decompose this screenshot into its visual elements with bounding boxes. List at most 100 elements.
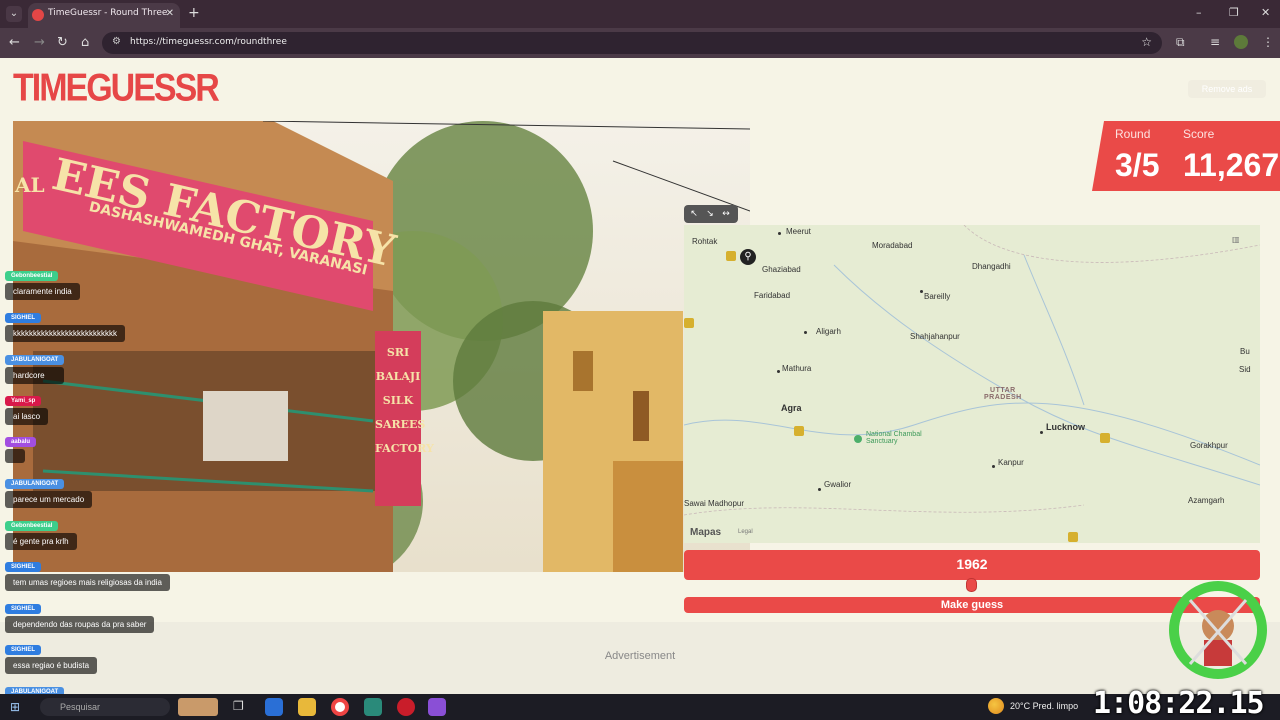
chat-message: SIGHIEL kkkkkkkkkkkkkkkkkkkkkkkkkk xyxy=(5,304,125,342)
windows-taskbar: ⊞ Pesquisar ❐ 20°C Pred. limpo xyxy=(0,694,1280,720)
speedrun-timer: 1:08:22.15 xyxy=(1093,686,1265,720)
map-layers-icon[interactable]: ▥ xyxy=(1232,235,1246,245)
back-icon[interactable]: ← xyxy=(9,35,20,50)
park-icon xyxy=(854,435,862,443)
highway-shield-icon xyxy=(1068,532,1078,542)
chat-message: Gebonbeestial é gente pra krlh xyxy=(5,512,77,550)
map-city-dot xyxy=(992,465,995,468)
map-city-label: Faridabad xyxy=(754,291,791,300)
year-display: 1962 xyxy=(684,550,1260,580)
score-label: Score xyxy=(1183,127,1215,141)
shrink-map-icon[interactable]: ↘ xyxy=(703,207,717,221)
home-icon[interactable]: ⌂ xyxy=(81,35,89,50)
tab-timeguessr[interactable]: TimeGuessr - Round Three ✕ xyxy=(28,3,180,28)
guess-map[interactable]: Rohtak Meerut Moradabad Ghaziabad Dhanga… xyxy=(684,225,1260,543)
chat-message: aabalu xyxy=(5,428,37,463)
chat-text: ai lasco xyxy=(5,408,49,425)
chat-username: SIGHIEL xyxy=(5,313,42,323)
new-tab-icon[interactable]: + xyxy=(188,5,200,21)
close-window-icon[interactable]: ✕ xyxy=(1261,6,1270,19)
file-explorer-icon[interactable] xyxy=(298,698,316,716)
chat-text: essa regiao é budista xyxy=(5,657,98,674)
highway-shield-icon xyxy=(1100,433,1110,443)
map-city-dot xyxy=(1040,431,1043,434)
forward-icon[interactable]: → xyxy=(34,35,45,50)
start-icon[interactable]: ⊞ xyxy=(10,700,20,714)
extensions-icon[interactable]: ⧉ xyxy=(1176,35,1185,50)
taskbar-search[interactable]: Pesquisar xyxy=(40,698,170,716)
app-icon[interactable] xyxy=(364,698,382,716)
map-city-dot xyxy=(818,488,821,491)
tab-list-icon[interactable]: ⌄ xyxy=(6,6,22,22)
map-sanctuary-label: National Chambal Sanctuary xyxy=(866,431,922,445)
map-city-label: Rohtak xyxy=(692,237,718,246)
site-info-icon[interactable]: ⚙ xyxy=(112,36,121,47)
media-controls-icon[interactable]: ≡ xyxy=(1210,35,1220,49)
chat-message: SIGHIEL essa regiao é budista xyxy=(5,636,98,674)
close-tab-icon[interactable]: ✕ xyxy=(166,8,174,19)
map-city-label: Ghaziabad xyxy=(762,265,801,274)
advertisement-label: Advertisement xyxy=(604,650,676,662)
chat-text xyxy=(5,449,25,463)
address-bar[interactable]: ⚙ https://timeguessr.com/roundthree ☆ xyxy=(102,32,1162,54)
chat-text: kkkkkkkkkkkkkkkkkkkkkkkkkk xyxy=(5,325,125,342)
favicon-icon xyxy=(32,9,44,21)
obs-icon[interactable] xyxy=(428,698,446,716)
chat-message: Yami_sp ai lasco xyxy=(5,387,49,425)
chat-message: JABULANIGOAT parece um mercado xyxy=(5,470,93,508)
widen-map-icon[interactable]: ↔ xyxy=(719,207,733,221)
score-value: 11,267 xyxy=(1183,147,1280,183)
browser-toolbar: ← → ↻ ⌂ ⚙ https://timeguessr.com/roundth… xyxy=(0,28,1280,58)
map-city-dot xyxy=(777,370,780,373)
round-value: 3/5 xyxy=(1115,147,1160,183)
chat-message: Gebonbeestial claramente india xyxy=(5,262,80,300)
timeguessr-logo[interactable]: TIMEGUESSR xyxy=(13,66,220,111)
side-sign-text: SRI BALAJI SILK SAREES FACTORY xyxy=(375,341,434,461)
map-pin-icon[interactable]: ⚲ xyxy=(740,249,756,265)
profile-avatar[interactable] xyxy=(1234,35,1248,49)
task-view-icon[interactable]: ❐ xyxy=(233,699,244,713)
minimize-icon[interactable]: – xyxy=(1196,6,1202,19)
map-city-label: Meerut xyxy=(786,227,811,236)
weather-text[interactable]: 20°C Pred. limpo xyxy=(1010,701,1078,711)
chat-username: aabalu xyxy=(5,437,37,447)
chat-username: SIGHIEL xyxy=(5,604,42,614)
map-city-label: Azamgarh xyxy=(1188,496,1225,505)
year-slider-thumb[interactable] xyxy=(966,578,977,592)
map-attribution: Mapas xyxy=(690,527,722,538)
map-resize-tools: ↖ ↘ ↔ xyxy=(684,205,738,223)
widgets-icon[interactable] xyxy=(178,698,218,716)
chat-message: SIGHIEL dependendo das roupas da pra sabe… xyxy=(5,595,155,633)
chat-message: SIGHIEL tem umas regioes mais religiosas … xyxy=(5,553,170,591)
expand-map-icon[interactable]: ↖ xyxy=(687,207,701,221)
chrome-icon[interactable] xyxy=(331,698,349,716)
map-city-label: Shahjahanpur xyxy=(910,332,960,341)
chat-username: Gebonbeestial xyxy=(5,521,59,531)
side-sign-line: SRI xyxy=(386,346,410,359)
map-city-label: Dhangadhi xyxy=(972,262,1011,271)
highway-shield-icon xyxy=(684,318,694,328)
restore-icon[interactable]: ❐ xyxy=(1229,6,1239,19)
map-city-label: Gwalior xyxy=(824,480,852,489)
map-city-label: Moradabad xyxy=(872,241,913,250)
bookmark-star-icon[interactable]: ☆ xyxy=(1141,35,1152,49)
map-city-dot xyxy=(920,290,923,293)
store-icon[interactable] xyxy=(265,698,283,716)
reload-icon[interactable]: ↻ xyxy=(57,35,68,50)
weather-icon xyxy=(988,698,1004,714)
map-city-label: Mathura xyxy=(782,364,812,373)
tab-title: TimeGuessr - Round Three xyxy=(48,8,168,18)
opera-icon[interactable] xyxy=(397,698,415,716)
map-legal-link[interactable]: Legal xyxy=(738,529,753,535)
map-city-label: Bu xyxy=(1240,347,1250,356)
year-value: 1962 xyxy=(956,556,988,572)
side-sign-line: BALAJI xyxy=(375,370,421,383)
score-badge: Round Score 3/5 11,267 xyxy=(1092,121,1280,191)
menu-kebab-icon[interactable]: ⋮ xyxy=(1262,35,1274,49)
chat-message: JABULANIGOAT hardcore xyxy=(5,346,65,384)
chat-text: tem umas regioes mais religiosas da indi… xyxy=(5,574,170,591)
chat-username: SIGHIEL xyxy=(5,645,42,655)
map-city-label: Sawai Madhopur xyxy=(684,499,745,508)
sign-left-fragment: AL xyxy=(15,173,45,197)
remove-ads-button[interactable]: Remove ads xyxy=(1188,80,1266,98)
